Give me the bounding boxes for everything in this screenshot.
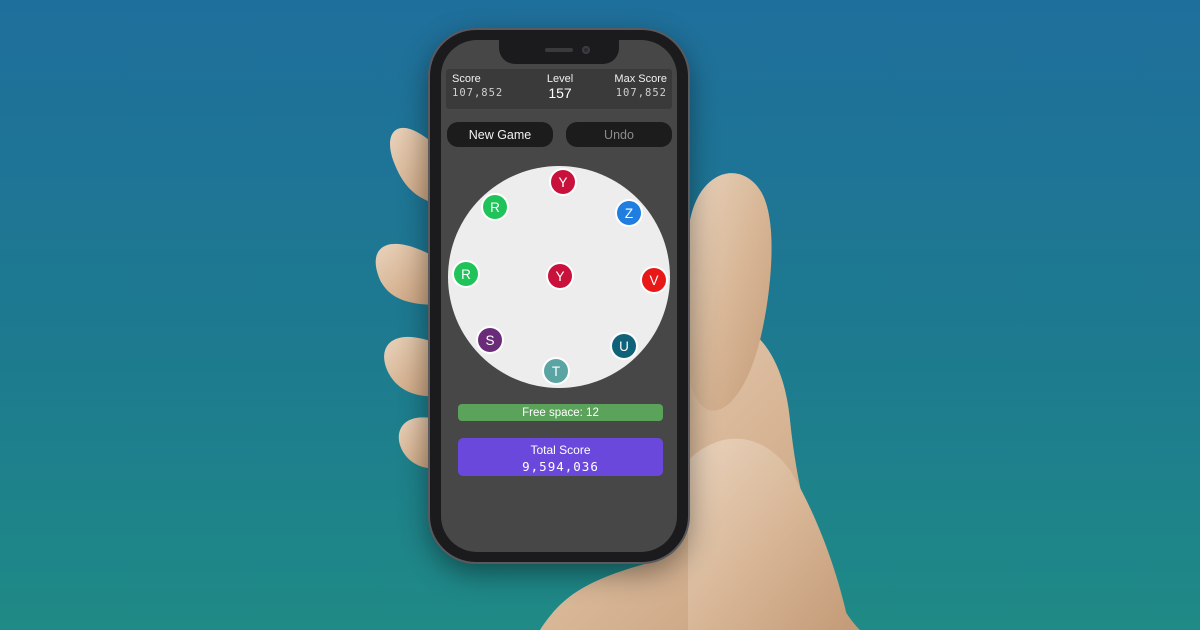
max-score-section: Max Score 107,852	[614, 73, 667, 99]
ball-y-center[interactable]: Y	[548, 264, 572, 288]
ball-z[interactable]: Z	[617, 201, 641, 225]
undo-button[interactable]: Undo	[566, 122, 672, 147]
score-label: Score	[452, 73, 481, 85]
total-score-panel: Total Score 9,594,036	[458, 438, 663, 476]
phone-notch	[499, 40, 619, 64]
new-game-button[interactable]: New Game	[447, 122, 553, 147]
ball-s[interactable]: S	[478, 328, 502, 352]
camera-icon	[582, 46, 590, 54]
score-value: 107,852	[452, 87, 504, 99]
level-label: Level	[546, 73, 574, 85]
ball-r-upper[interactable]: R	[483, 195, 507, 219]
ball-y-top[interactable]: Y	[551, 170, 575, 194]
ball-v[interactable]: V	[642, 268, 666, 292]
game-board[interactable]: Y Z V U T S R R Y	[448, 166, 670, 388]
speaker-icon	[545, 48, 573, 52]
ball-r-left[interactable]: R	[454, 262, 478, 286]
game-screen: Score 107,852 Level 157 Max Score 107,85…	[441, 40, 677, 552]
max-score-value: 107,852	[615, 87, 667, 99]
max-score-label: Max Score	[614, 73, 667, 85]
level-section: Level 157	[542, 73, 578, 101]
free-space-indicator: Free space: 12	[458, 404, 663, 421]
score-section: Score 107,852	[452, 73, 503, 99]
ball-t[interactable]: T	[544, 359, 568, 383]
phone-frame: Score 107,852 Level 157 Max Score 107,85…	[430, 30, 688, 562]
ball-u[interactable]: U	[612, 334, 636, 358]
level-value: 157	[548, 85, 572, 101]
total-score-value: 9,594,036	[522, 459, 599, 474]
score-bar: Score 107,852 Level 157 Max Score 107,85…	[446, 69, 672, 109]
total-score-label: Total Score	[530, 443, 591, 457]
